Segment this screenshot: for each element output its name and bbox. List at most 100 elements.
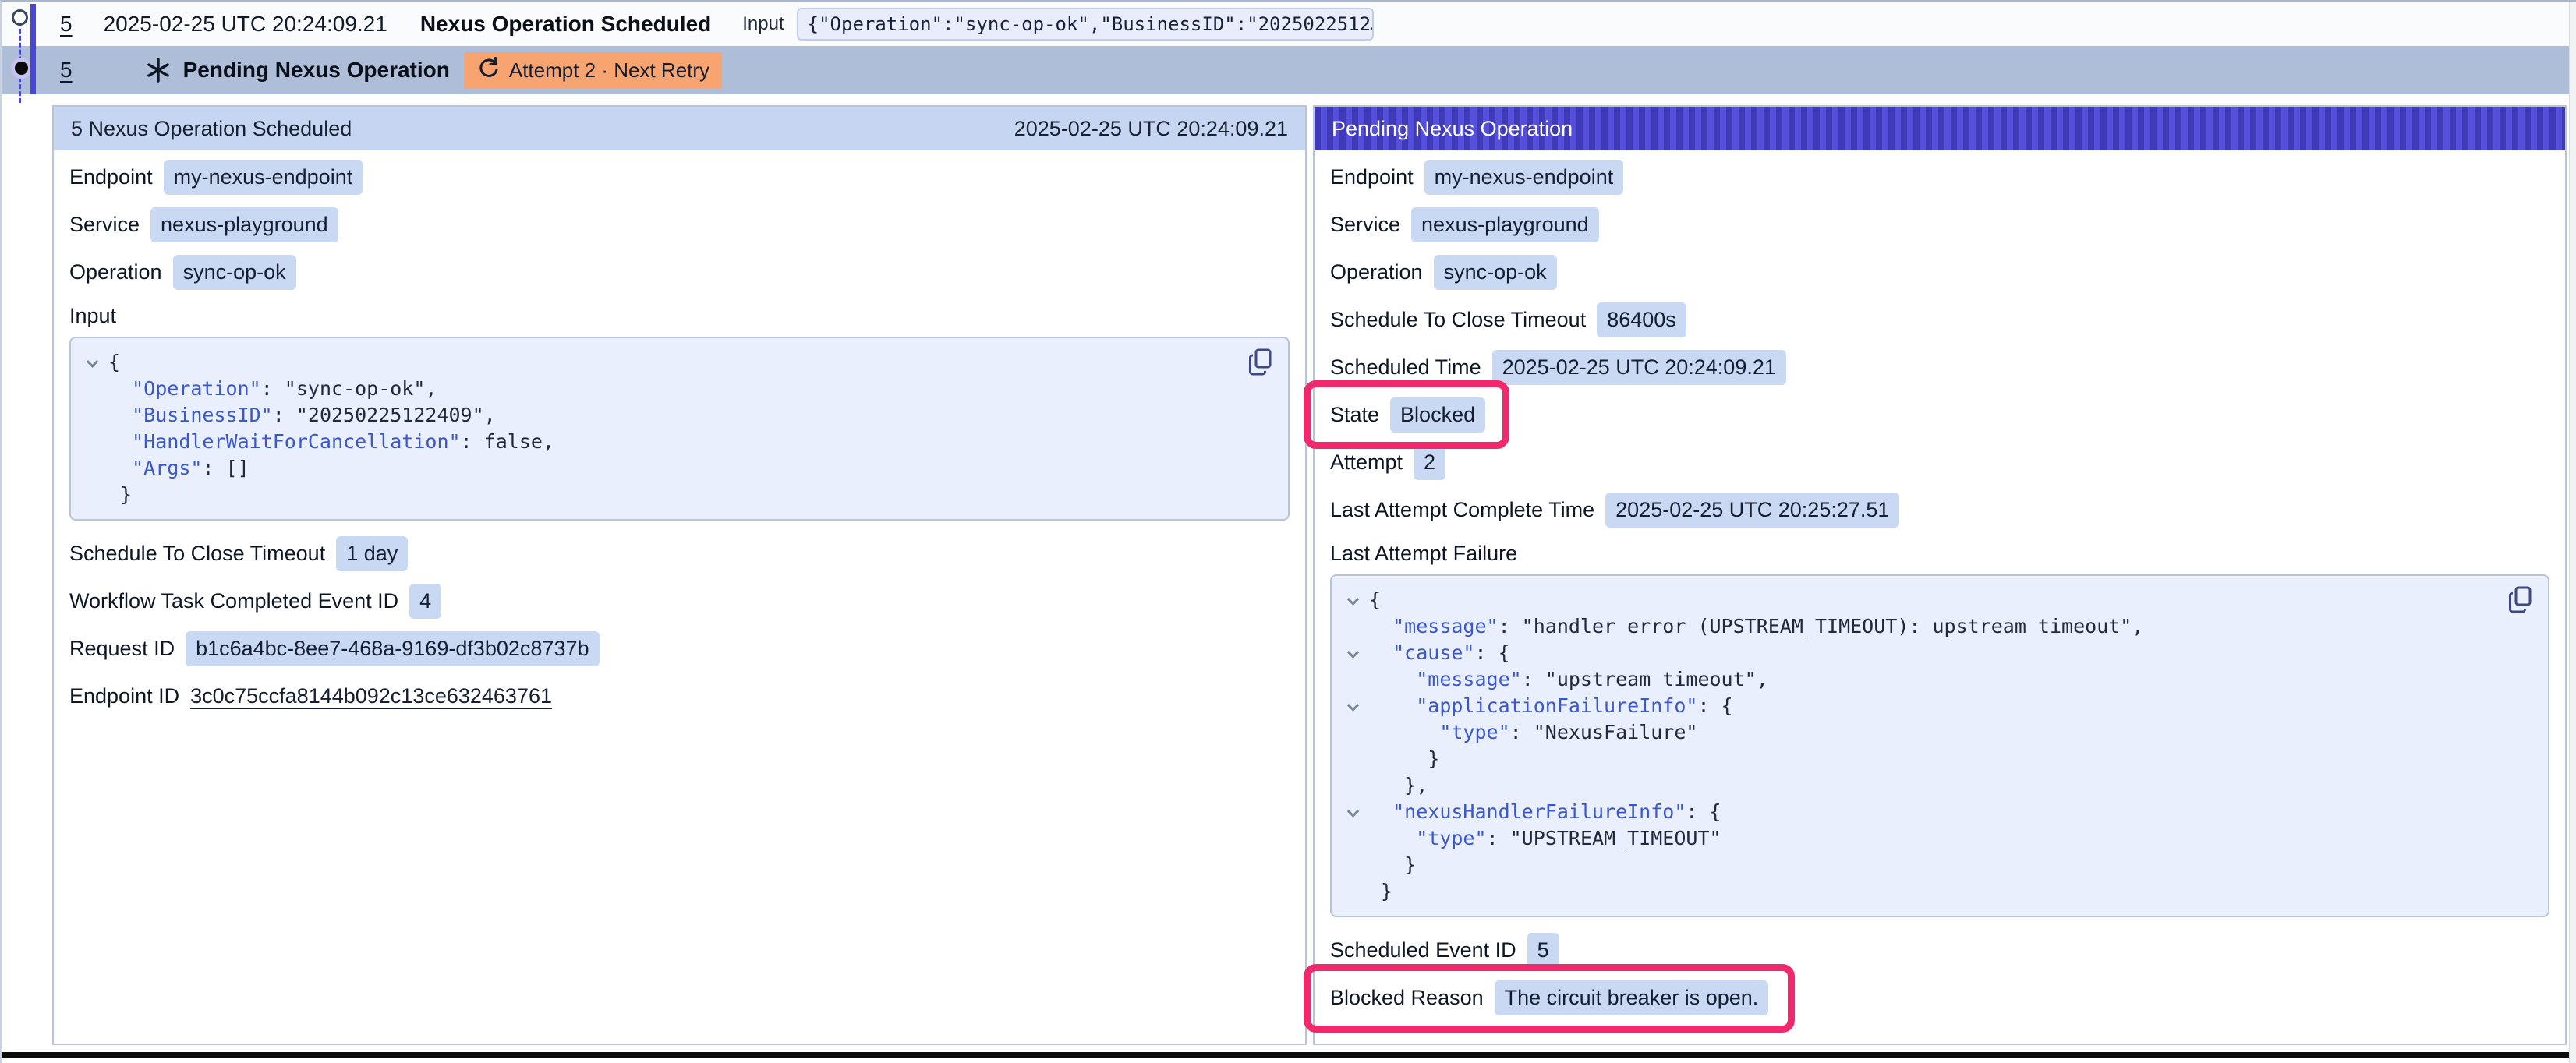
collapse-chevron-icon: [1336, 878, 1369, 905]
field-value-chip: nexus-playground: [1411, 207, 1599, 242]
field-value-chip: sync-op-ok: [1434, 255, 1557, 290]
field-endpoint: Endpoint my-nexus-endpoint: [1330, 160, 2549, 194]
event-input-label: Input: [742, 13, 784, 35]
failure-json-block: { "message": "handler error (UPSTREAM_TI…: [1330, 574, 2549, 917]
collapse-chevron-icon: [1336, 852, 1369, 878]
copy-icon[interactable]: [1247, 348, 1274, 377]
field-label: Schedule To Close Timeout: [69, 542, 325, 566]
collapse-chevron-icon[interactable]: [1336, 693, 1369, 719]
nexus-asterisk-icon: [144, 56, 172, 84]
collapse-chevron-icon: [1336, 746, 1369, 772]
collapse-chevron-icon[interactable]: [1336, 587, 1369, 613]
collapse-chevron-icon: [76, 376, 108, 402]
input-section-label: Input: [69, 302, 1290, 329]
field-label: Endpoint: [69, 165, 153, 189]
collapse-chevron-icon: [1336, 772, 1369, 799]
pending-panel-header: Pending Nexus Operation: [1315, 107, 2565, 150]
field-operation: Operation sync-op-ok: [69, 255, 1290, 289]
field-endpoint-id: Endpoint ID 3c0c75ccfa8144b092c13ce63246…: [69, 679, 1290, 713]
field-service: Service nexus-playground: [1330, 207, 2549, 242]
field-label: Workflow Task Completed Event ID: [69, 589, 398, 613]
collapse-chevron-icon: [76, 402, 108, 429]
field-label: Service: [69, 213, 140, 237]
field-value-chip: 2025-02-25 UTC 20:25:27.51: [1605, 493, 1899, 528]
timeline-selection-accent-bar: [30, 4, 36, 94]
field-label: Operation: [1330, 260, 1423, 284]
field-label: Scheduled Event ID: [1330, 938, 1516, 962]
field-label: State: [1330, 403, 1379, 427]
field-endpoint: Endpoint my-nexus-endpoint: [69, 160, 1290, 194]
failure-section-label: Last Attempt Failure: [1330, 540, 2549, 567]
pending-nexus-operation-panel: Pending Nexus Operation Endpoint my-nexu…: [1313, 105, 2567, 1045]
collapse-chevron-icon: [1336, 719, 1369, 746]
event-id-link[interactable]: 5: [60, 12, 73, 37]
pending-operation-row[interactable]: 5 Pending Nexus Operation Attempt 2 · Ne…: [2, 46, 2576, 94]
collapse-chevron-icon[interactable]: [1336, 799, 1369, 825]
field-label: Scheduled Time: [1330, 355, 1481, 380]
nexus-scheduled-panel: 5 Nexus Operation Scheduled 2025-02-25 U…: [52, 105, 1307, 1045]
field-label: Request ID: [69, 637, 175, 661]
copy-icon[interactable]: [2507, 585, 2534, 615]
field-label: Endpoint ID: [69, 684, 179, 708]
pending-id-link[interactable]: 5: [60, 58, 73, 83]
field-service: Service nexus-playground: [69, 207, 1290, 242]
field-label: Service: [1330, 213, 1400, 237]
field-value-chip: my-nexus-endpoint: [1424, 160, 1624, 195]
field-value-chip: 5: [1527, 933, 1559, 968]
collapse-chevron-icon: [76, 429, 108, 455]
field-blocked-reason: Blocked Reason The circuit breaker is op…: [1330, 980, 2549, 1015]
event-history-rows: 5 2025-02-25 UTC 20:24:09.21 Nexus Opera…: [2, 2, 2576, 94]
field-value-chip: 2025-02-25 UTC 20:24:09.21: [1492, 350, 1786, 385]
input-json-lines: { "Operation": "sync-op-ok", "BusinessID…: [76, 349, 1274, 508]
endpoint-id-link[interactable]: 3c0c75ccfa8144b092c13ce632463761: [190, 684, 552, 708]
timeline-event-marker-icon: [12, 9, 28, 26]
field-value-chip: 1 day: [336, 536, 408, 571]
field-scheduled-time: Scheduled Time 2025-02-25 UTC 20:24:09.2…: [1330, 350, 2549, 384]
collapse-chevron-icon: [1336, 825, 1369, 852]
field-schedule-to-close-timeout: Schedule To Close Timeout 1 day: [69, 536, 1290, 570]
collapse-chevron-icon: [1336, 613, 1369, 640]
field-value-chip: sync-op-ok: [173, 255, 296, 290]
field-operation: Operation sync-op-ok: [1330, 255, 2549, 289]
attempt-retry-badge-label: Attempt 2 · Next Retry: [509, 58, 709, 83]
field-value-chip: 2: [1414, 445, 1445, 480]
bottom-divider: [2, 1052, 2576, 1058]
field-workflow-task-completed-event-id: Workflow Task Completed Event ID 4: [69, 584, 1290, 618]
field-label: Attempt: [1330, 450, 1403, 475]
field-value-chip: nexus-playground: [150, 207, 338, 242]
event-row-nexus-scheduled[interactable]: 5 2025-02-25 UTC 20:24:09.21 Nexus Opera…: [2, 2, 2576, 46]
collapse-chevron-icon: [1336, 666, 1369, 693]
field-request-id: Request ID b1c6a4bc-8ee7-468a-9169-df3b0…: [69, 631, 1290, 666]
retry-icon: [476, 56, 500, 85]
state-value-chip: Blocked: [1390, 397, 1485, 433]
field-value-chip: 4: [409, 584, 441, 619]
event-title: Nexus Operation Scheduled: [420, 12, 711, 37]
field-label: Last Attempt Complete Time: [1330, 498, 1594, 522]
attempt-retry-badge[interactable]: Attempt 2 · Next Retry: [464, 52, 722, 89]
collapse-chevron-icon[interactable]: [76, 349, 108, 376]
field-value-chip: b1c6a4bc-8ee7-468a-9169-df3b02c8737b: [186, 631, 599, 666]
input-json-block: { "Operation": "sync-op-ok", "BusinessID…: [69, 337, 1290, 521]
event-input-preview-chip[interactable]: {"Operation":"sync-op-ok","BusinessID":"…: [797, 8, 1374, 41]
field-last-attempt-complete-time: Last Attempt Complete Time 2025-02-25 UT…: [1330, 493, 2549, 527]
timeline-current-marker-icon: [15, 62, 28, 75]
collapse-chevron-icon: [76, 482, 108, 508]
panel-header-title: 5 Nexus Operation Scheduled: [71, 117, 352, 141]
scrollbar-track[interactable]: [2569, 2, 2576, 1063]
field-value-chip: my-nexus-endpoint: [164, 160, 363, 195]
event-timestamp: 2025-02-25 UTC 20:24:09.21: [104, 12, 387, 37]
nexus-scheduled-panel-header: 5 Nexus Operation Scheduled 2025-02-25 U…: [54, 107, 1305, 150]
failure-json-lines: { "message": "handler error (UPSTREAM_TI…: [1336, 587, 2534, 905]
field-value-chip: 86400s: [1597, 302, 1686, 337]
pending-title: Pending Nexus Operation: [183, 58, 450, 83]
field-attempt: Attempt 2: [1330, 445, 2549, 479]
field-schedule-to-close-timeout: Schedule To Close Timeout 86400s: [1330, 302, 2549, 337]
field-label: Operation: [69, 260, 162, 284]
field-label: Schedule To Close Timeout: [1330, 308, 1586, 332]
field-scheduled-event-id: Scheduled Event ID 5: [1330, 933, 2549, 967]
panel-header-title: Pending Nexus Operation: [1332, 117, 1573, 141]
collapse-chevron-icon[interactable]: [1336, 640, 1369, 666]
blocked-reason-value-chip: The circuit breaker is open.: [1495, 980, 1769, 1015]
collapse-chevron-icon: [76, 455, 108, 482]
history-timeline: [2, 2, 45, 97]
